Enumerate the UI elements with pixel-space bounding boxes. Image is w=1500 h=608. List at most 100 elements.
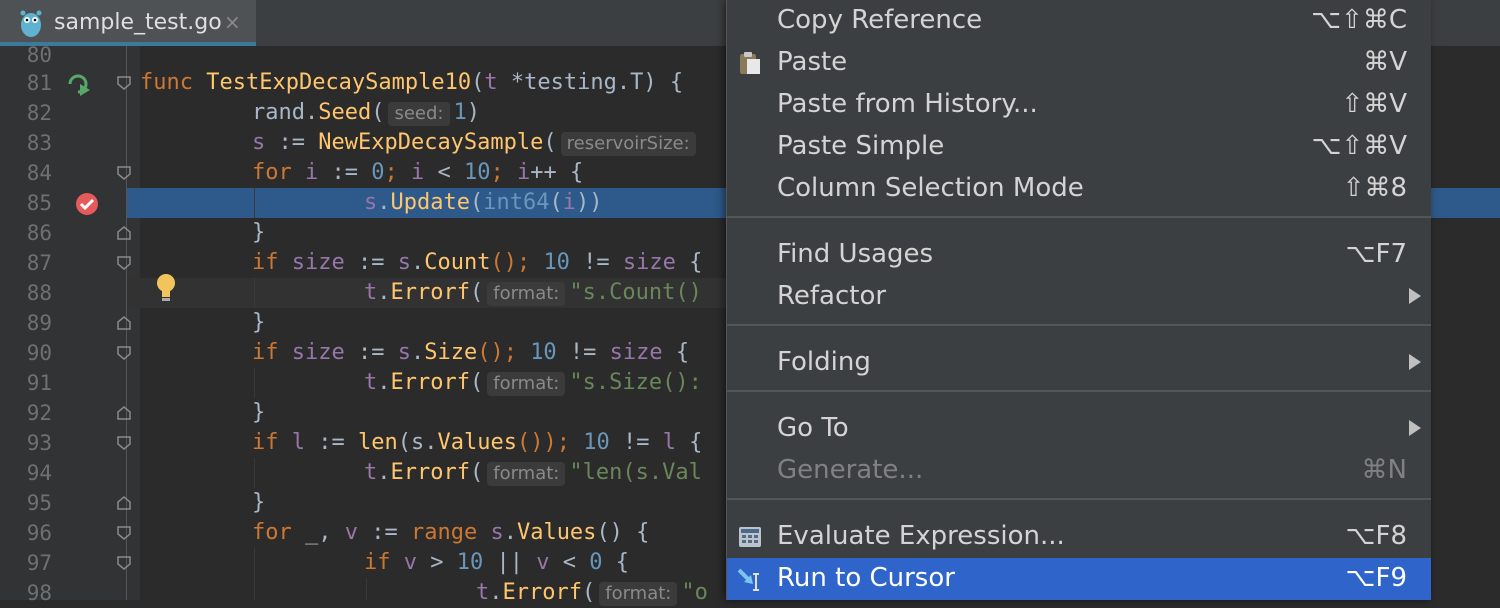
variable: i: [562, 190, 576, 215]
go-gopher-icon: [20, 10, 42, 37]
parameter-hint: format:: [487, 462, 566, 486]
run-test-icon[interactable]: [66, 72, 92, 96]
fold-marker-icon[interactable]: [117, 436, 131, 450]
indent-guide: [254, 278, 255, 308]
punct: (: [581, 580, 596, 605]
run-to-cursor-icon: [737, 568, 759, 591]
keyword: for: [252, 520, 305, 545]
lightbulb-icon[interactable]: [154, 272, 178, 304]
line-number: 95: [26, 491, 52, 515]
code-text: :=: [344, 250, 398, 275]
keyword: if: [252, 430, 292, 455]
code-text: :=: [305, 430, 358, 455]
code-line-84: for i := 0; i < 10; i++ {: [252, 158, 583, 188]
menu-item-paste-from-history[interactable]: Paste from History... ⇧⌘V: [727, 84, 1431, 126]
string: "s.Size():: [569, 370, 702, 395]
code-text: :=: [344, 340, 398, 365]
line-number: 98: [26, 581, 52, 605]
variable: s: [397, 340, 411, 365]
menu-item-refactor[interactable]: Refactor: [727, 276, 1431, 318]
fold-marker-icon[interactable]: [117, 346, 131, 360]
semicolon: ;: [384, 160, 411, 185]
number: 10: [530, 340, 557, 365]
function-name: Update: [390, 190, 470, 215]
code-text: ++ {: [530, 160, 584, 185]
fold-marker-icon[interactable]: [117, 256, 131, 270]
number: 10: [543, 250, 570, 275]
code-line-87: if size := s.Count(); 10 != size {: [252, 248, 702, 278]
code-line-85: s.Update(int64(i)): [364, 188, 602, 218]
parameter-hint: format:: [487, 372, 566, 396]
code-line-89: }: [252, 310, 266, 335]
breakpoint-icon[interactable]: [74, 191, 100, 217]
parameter-hint: format:: [599, 582, 678, 606]
fold-marker-icon[interactable]: [117, 556, 131, 570]
fold-end-icon[interactable]: [117, 226, 131, 240]
line-number: 90: [26, 341, 52, 365]
punct: .: [489, 580, 503, 605]
function-name: Seed: [318, 100, 372, 125]
punct: .: [377, 190, 391, 215]
menu-item-shortcut: ⌘N: [1361, 455, 1407, 485]
fold-marker-icon[interactable]: [117, 76, 131, 90]
menu-item-run-to-cursor[interactable]: Run to Cursor ⌥F9: [727, 558, 1431, 600]
menu-item-shortcut: ⌥⇧⌘C: [1311, 5, 1407, 35]
keyword: range: [410, 520, 491, 545]
code-text: {: [675, 430, 703, 455]
menu-item-label: Folding: [777, 347, 871, 377]
fold-end-icon[interactable]: [117, 406, 131, 420]
fold-marker-icon[interactable]: [117, 166, 131, 180]
keyword: if: [364, 550, 404, 575]
variable: v: [344, 520, 358, 545]
function-name: TestExpDecaySample10: [206, 70, 472, 95]
variable: l: [291, 430, 305, 455]
number: 10: [463, 160, 491, 185]
line-number: 85: [26, 191, 52, 215]
function-name: Errorf: [502, 580, 582, 605]
code-text: rand.: [252, 100, 319, 125]
line-number: 89: [26, 311, 52, 335]
fold-end-icon[interactable]: [117, 316, 131, 330]
punct: )): [575, 190, 603, 215]
variable: s: [397, 250, 411, 275]
indent-guide: [254, 458, 255, 488]
menu-item-shortcut: ⌥F8: [1345, 521, 1407, 551]
menu-item-generate[interactable]: Generate... ⌘N: [727, 450, 1431, 492]
punct: ();: [490, 250, 544, 275]
punct: .: [377, 460, 391, 485]
line-number: 84: [26, 161, 52, 185]
indent-guide: [254, 188, 255, 218]
line-number: 88: [26, 281, 52, 305]
function-name: Values: [437, 430, 517, 455]
menu-item-label: Generate...: [777, 455, 924, 485]
code-line-81: func TestExpDecaySample10(t *testing.T) …: [140, 68, 683, 98]
code-line-86: }: [252, 220, 266, 245]
variable: t: [476, 580, 490, 605]
code-text: () {: [596, 520, 650, 545]
variable: l: [662, 430, 676, 455]
code-line-83: s := NewExpDecaySample(reservoirSize:: [252, 128, 700, 158]
line-number: 82: [26, 101, 52, 125]
menu-item-copy-reference[interactable]: Copy Reference ⌥⇧⌘C: [727, 0, 1431, 42]
menu-item-find-usages[interactable]: Find Usages ⌥F7: [727, 234, 1431, 276]
fold-end-icon[interactable]: [117, 496, 131, 510]
tab-close-icon[interactable]: ×: [224, 10, 241, 34]
menu-item-evaluate-expression[interactable]: Evaluate Expression... ⌥F8: [727, 516, 1431, 558]
menu-item-go-to[interactable]: Go To: [727, 408, 1431, 450]
code-text: :=: [318, 160, 372, 185]
menu-separator: [727, 324, 1431, 326]
menu-item-paste-simple[interactable]: Paste Simple ⌥⇧⌘V: [727, 126, 1431, 168]
menu-item-column-selection-mode[interactable]: Column Selection Mode ⇧⌘8: [727, 168, 1431, 210]
menu-item-folding[interactable]: Folding: [727, 342, 1431, 384]
fold-marker-icon[interactable]: [117, 526, 131, 540]
function-name: Errorf: [390, 460, 470, 485]
menu-item-paste[interactable]: Paste ⌘V: [727, 42, 1431, 84]
code-line-98: t.Errorf(format: "o: [476, 578, 708, 608]
code-line-92: }: [252, 400, 266, 425]
code-text: {: [602, 550, 629, 575]
parameter-hint: seed:: [388, 102, 450, 126]
code-line-82: rand.Seed(seed: 1): [252, 98, 480, 128]
code-line-94: t.Errorf(format: "len(s.Val: [364, 458, 702, 488]
menu-item-label: Find Usages: [777, 239, 934, 269]
line-number: 94: [26, 461, 52, 485]
